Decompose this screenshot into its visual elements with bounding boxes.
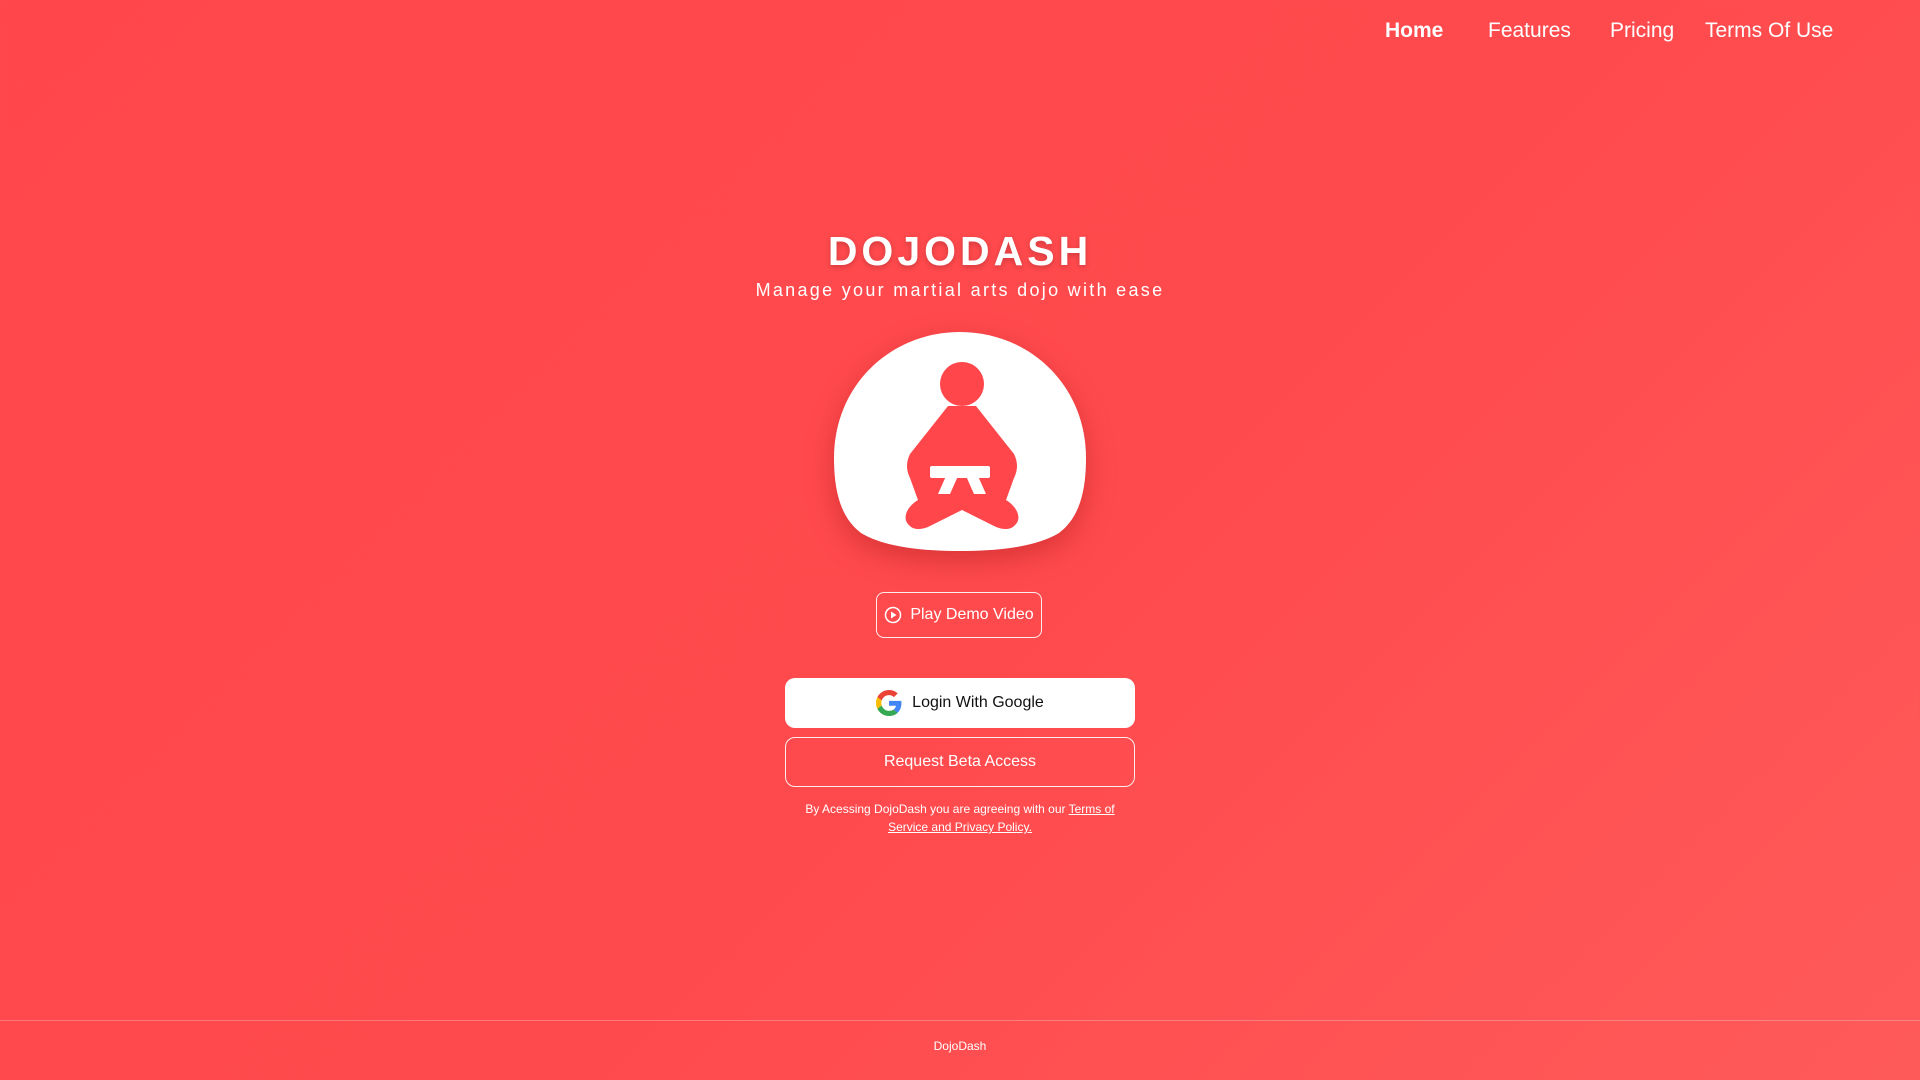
- login-with-google-label: Login With Google: [912, 694, 1044, 711]
- play-circle-icon: [885, 606, 902, 624]
- request-beta-access-label: Request Beta Access: [883, 753, 1037, 770]
- play-demo-video-button[interactable]: Play Demo Video: [876, 592, 1042, 638]
- app-title: DOJODASH: [827, 228, 1093, 274]
- nav-pricing[interactable]: Pricing: [1610, 19, 1674, 43]
- top-nav: Home Features Pricing Terms Of Use: [0, 0, 1920, 64]
- terms-agreement-prefix: By Acessing DojoDash you are agreeing wi…: [805, 802, 1069, 816]
- request-beta-access-button[interactable]: Request Beta Access: [785, 737, 1135, 787]
- play-demo-video-label: Play Demo Video: [910, 606, 1034, 623]
- app-subtitle: Manage your martial arts dojo with ease: [755, 280, 1165, 300]
- login-with-google-button[interactable]: Login With Google: [785, 678, 1135, 728]
- terms-agreement-text: By Acessing DojoDash you are agreeing wi…: [805, 800, 1115, 836]
- google-icon: [876, 690, 902, 716]
- footer-brand: DojoDash: [933, 1039, 987, 1053]
- nav-terms-of-use[interactable]: Terms Of Use: [1705, 19, 1833, 43]
- footer: DojoDash: [0, 1020, 1920, 1080]
- meditating-martial-artist-icon: [834, 332, 1086, 551]
- nav-features[interactable]: Features: [1488, 19, 1571, 43]
- app-logo: [834, 330, 1086, 552]
- nav-home[interactable]: Home: [1385, 19, 1443, 43]
